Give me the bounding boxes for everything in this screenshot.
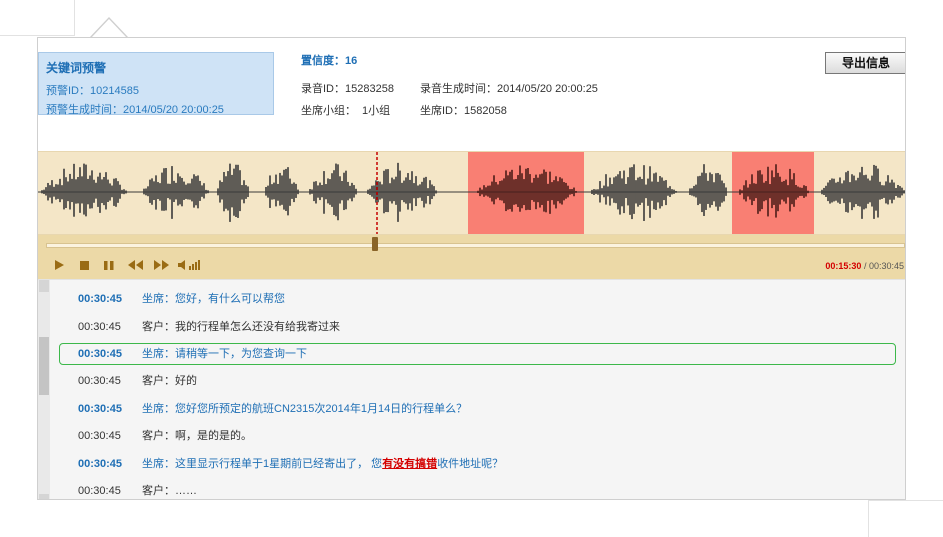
rewind-button[interactable] [127,259,144,274]
volume-icon [178,260,200,270]
utterance-time: 00:30:45 [78,348,123,360]
utterance-time: 00:30:45 [78,430,121,442]
agent-group-label: 坐席小组： [301,105,356,117]
utterance-text-before: 坐席：这里显示行程单于1星期前已经寄出了， 您 [142,458,383,470]
time-separator: / [861,261,869,271]
utterance-time: 00:30:45 [78,293,123,305]
play-button[interactable] [54,259,65,274]
alert-title: 关键词预警 [46,61,107,75]
rewind-icon [128,260,143,270]
stop-icon [80,261,89,270]
alert-time-line: 预警生成时间：2014/05/20 20:00:25 [46,101,273,117]
recording-id-line: 录音ID：15283258 [301,80,394,96]
pause-icon [104,261,114,270]
recording-time-value: 2014/05/20 20:00:25 [497,83,598,95]
recording-time-line: 录音生成时间：2014/05/20 20:00:25 [420,80,598,96]
utterance-time: 00:30:45 [78,321,121,333]
scroll-up-arrow[interactable] [39,280,49,292]
confidence-line: 置信度：16 [301,52,357,68]
alert-detail-panel: 关键词预警 预警ID：10214585 预警生成时间：2014/05/20 20… [37,37,906,500]
frame-decoration-bottom [868,500,943,537]
utterance-text: 坐席：您好，有什么可以帮您 [142,293,285,305]
pause-button[interactable] [103,259,115,274]
utterance-text: 客户：…… [142,485,197,497]
fast-forward-icon [154,260,169,270]
utterance-text: 坐席：您好您所预定的航班CN2315次2014年1月14日的行程单么？ [142,403,468,415]
frame-decoration-top [0,0,75,36]
current-time: 00:15:30 [825,261,862,271]
utterance-text: 客户：啊，是的是的。 [142,430,252,442]
utterance-text: 坐席：请稍等一下，为您查询一下 [142,348,307,360]
confidence-label: 置信度： [301,55,345,67]
utterance-time: 00:30:45 [78,458,123,470]
alert-id-value: 10214585 [90,85,139,97]
volume-button[interactable] [177,259,207,274]
agent-group-line: 坐席小组： 1小组 [301,102,390,118]
panel-pointer-fill [91,19,127,38]
utterance-text: 坐席：这里显示行程单于1星期前已经寄出了， 您有没有搞错收件地址呢？ [142,454,503,474]
utterance-time: 00:30:45 [78,403,123,415]
stop-button[interactable] [79,259,90,274]
utterance-text: 客户：好的 [142,375,197,387]
export-info-button[interactable]: 导出信息 [825,52,905,74]
alert-time-label: 预警生成时间： [46,104,123,116]
playback-time: 00:15:30 / 00:30:45 [825,261,904,271]
play-icon [55,260,64,270]
waveform-panel[interactable] [38,151,906,236]
audio-waveform[interactable] [38,152,906,236]
agent-id-label: 坐席ID： [420,105,464,117]
scroll-thumb[interactable] [39,337,49,395]
progress-handle[interactable] [371,237,378,251]
recording-id-label: 录音ID： [301,83,345,95]
recording-id-value: 15283258 [345,83,394,95]
utterance-time: 00:30:45 [78,375,121,387]
player-controls: 00:15:30 / 00:30:45 [38,235,905,279]
total-time: 00:30:45 [868,261,904,271]
transcript-list: 00:30:45 坐席：您好，有什么可以帮您 00:30:45 客户：我的行程单… [38,279,905,499]
utterance-text-after: 收件地址呢？ [437,458,504,470]
transcript-row-selected[interactable]: 00:30:45 坐席：请稍等一下，为您查询一下 [59,343,896,365]
alert-id-line: 预警ID：10214585 [46,82,273,98]
alert-id-label: 预警ID： [46,85,90,97]
scroll-down-arrow[interactable] [39,494,49,499]
utterance-time: 00:30:45 [78,485,121,497]
recording-time-label: 录音生成时间： [420,83,497,95]
agent-group-value: 1小组 [362,105,391,117]
alert-summary-box: 关键词预警 预警ID：10214585 预警生成时间：2014/05/20 20… [38,52,274,117]
utterance-text: 客户：我的行程单怎么还没有给我寄过来 [142,321,340,333]
progress-track[interactable] [46,243,905,248]
transcript-scrollbar[interactable] [38,280,50,499]
matched-keyword[interactable]: 有没有搞错 [382,458,437,470]
agent-id-line: 坐席ID：1582058 [420,102,507,118]
fast-forward-button[interactable] [153,259,170,274]
agent-id-value: 1582058 [464,105,507,117]
alert-time-value: 2014/05/20 20:00:25 [123,104,224,116]
confidence-value: 16 [345,55,358,67]
